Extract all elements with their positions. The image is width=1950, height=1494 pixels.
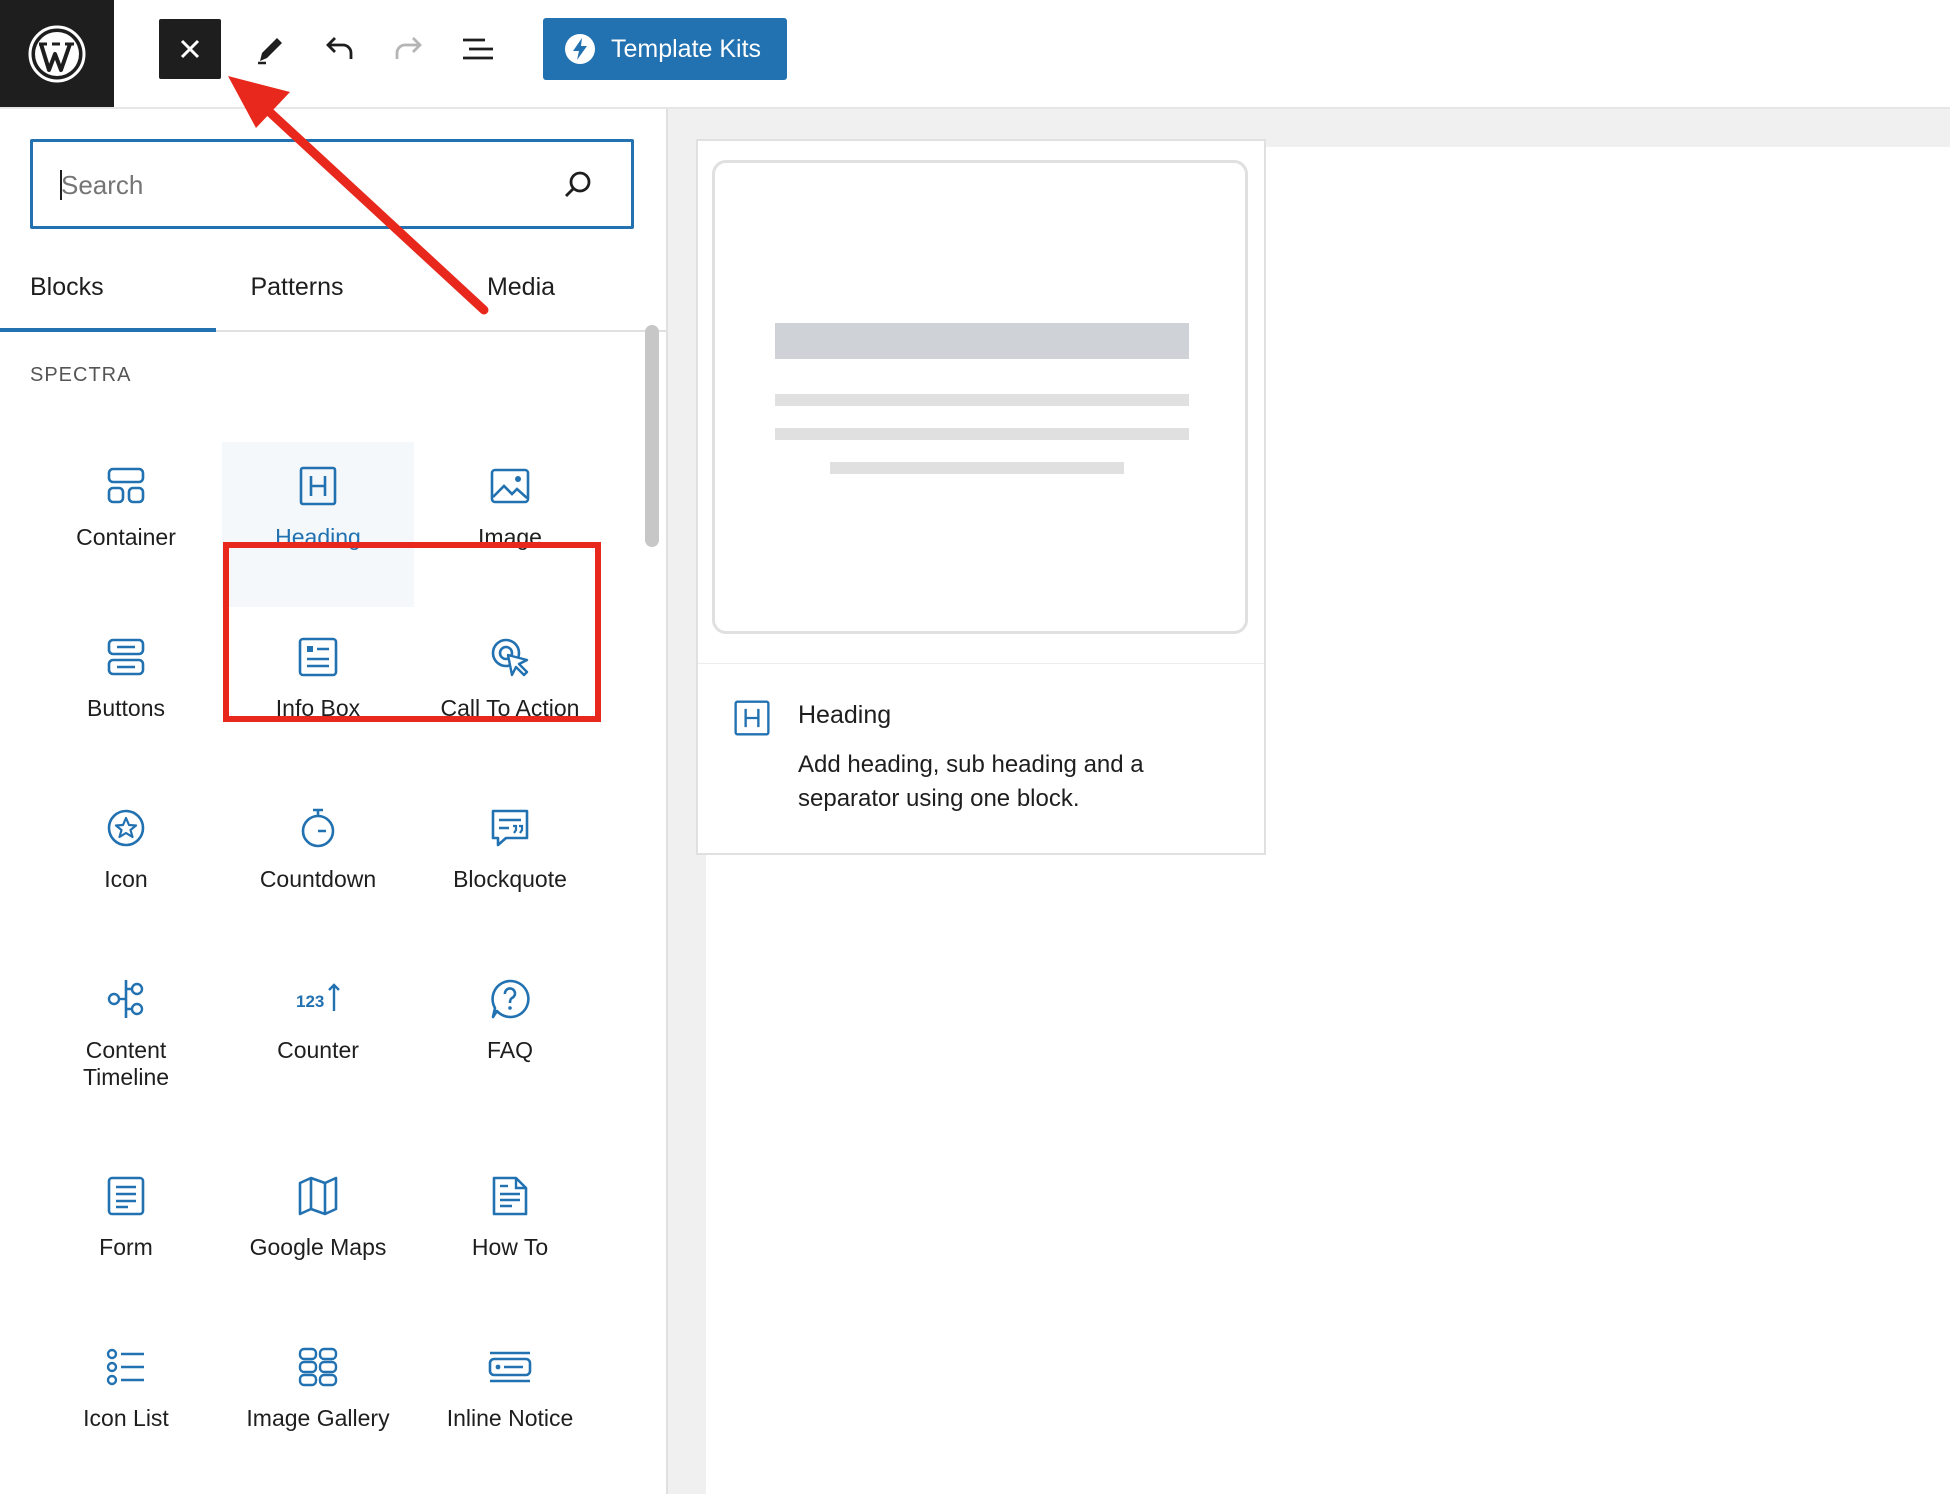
preview-description: Add heading, sub heading and a separator…	[798, 751, 1144, 812]
block-label: Content Timeline	[82, 1037, 170, 1090]
wordpress-logo-icon	[28, 25, 86, 82]
block-label: Icon	[104, 866, 148, 892]
block-label: Container	[76, 524, 176, 550]
wordpress-logo-button[interactable]	[0, 0, 114, 107]
tools-button[interactable]	[245, 24, 295, 74]
template-kits-button[interactable]: Template Kits	[543, 18, 787, 80]
block-google-maps[interactable]: Google Maps	[222, 1152, 414, 1317]
redo-icon	[395, 37, 422, 59]
block-label: Image Gallery	[246, 1405, 390, 1431]
undo-icon	[326, 37, 353, 59]
block-preview-frame	[712, 160, 1248, 634]
block-blockquote[interactable]: Blockquote	[414, 784, 606, 949]
block-label: Counter	[277, 1037, 359, 1063]
timeline-icon	[107, 980, 144, 1018]
tab-media[interactable]: Media	[440, 257, 602, 330]
block-label: Blockquote	[453, 866, 567, 892]
undo-button[interactable]	[314, 24, 364, 74]
block-label: Buttons	[87, 695, 165, 721]
category-label: SPECTRA	[30, 364, 132, 386]
block-counter[interactable]: 123 Counter	[222, 955, 414, 1120]
list-icon	[106, 1348, 144, 1386]
container-icon	[107, 467, 145, 504]
block-buttons[interactable]: Buttons	[30, 613, 222, 778]
star-circle-icon	[107, 809, 145, 847]
block-label: Countdown	[259, 866, 377, 892]
heading-icon	[734, 700, 770, 736]
block-label: Google Maps	[249, 1234, 387, 1260]
block-label: FAQ	[486, 1037, 533, 1063]
document-outline-icon	[463, 38, 493, 60]
annotation-highlight-box	[223, 542, 601, 722]
block-label: Icon List	[83, 1405, 169, 1431]
question-icon	[491, 979, 530, 1019]
block-icon-list[interactable]: Icon List	[30, 1323, 222, 1488]
form-icon	[107, 1176, 145, 1216]
document-overview-button[interactable]	[453, 24, 503, 74]
quote-icon	[491, 809, 529, 847]
buttons-icon	[107, 638, 145, 676]
block-label: Inline Notice	[446, 1405, 574, 1431]
preview-line-placeholder	[775, 394, 1189, 406]
block-label: Form	[99, 1234, 153, 1260]
close-icon	[180, 39, 200, 59]
how-to-icon	[492, 1176, 528, 1216]
preview-title: Heading	[798, 701, 892, 729]
block-inline-notice[interactable]: Inline Notice	[414, 1323, 606, 1488]
redo-button[interactable]	[384, 24, 434, 74]
search-icon[interactable]	[561, 168, 595, 202]
block-inserter-panel: Blocks Patterns Media SPECTRA Container …	[0, 109, 668, 1494]
text-caret	[60, 170, 62, 200]
pencil-icon	[258, 38, 282, 65]
svg-text:123: 123	[296, 992, 324, 1011]
spectra-bolt-icon	[563, 32, 597, 66]
block-faq[interactable]: FAQ	[414, 955, 606, 1120]
notice-icon	[488, 1351, 532, 1383]
heading-icon	[299, 466, 337, 506]
block-image-gallery[interactable]: Image Gallery	[222, 1323, 414, 1488]
block-icon[interactable]: Icon	[30, 784, 222, 949]
preview-line-placeholder	[830, 462, 1124, 474]
block-content-timeline[interactable]: Content Timeline	[30, 955, 222, 1120]
template-kits-label: Template Kits	[611, 34, 762, 63]
tab-blocks[interactable]: Blocks	[0, 257, 216, 332]
gallery-icon	[298, 1347, 338, 1387]
preview-heading-placeholder	[775, 323, 1189, 359]
image-icon	[490, 468, 530, 504]
block-countdown[interactable]: Countdown	[222, 784, 414, 949]
block-how-to[interactable]: How To	[414, 1152, 606, 1317]
block-preview-card: Heading Add heading, sub heading and a s…	[696, 139, 1266, 855]
block-container[interactable]: Container	[30, 442, 222, 607]
search-box	[30, 139, 634, 229]
stopwatch-icon	[301, 808, 335, 848]
inserter-tabs: Blocks Patterns Media	[0, 257, 666, 332]
map-icon	[298, 1176, 338, 1216]
preview-divider	[698, 663, 1264, 664]
top-toolbar: Template Kits	[0, 0, 1950, 109]
close-inserter-button[interactable]	[159, 19, 221, 79]
scrollbar-thumb[interactable]	[645, 325, 659, 547]
counter-icon: 123	[296, 983, 340, 1011]
block-form[interactable]: Form	[30, 1152, 222, 1317]
preview-line-placeholder	[775, 428, 1189, 440]
tab-patterns[interactable]: Patterns	[216, 257, 378, 330]
block-label: How To	[471, 1234, 549, 1260]
search-input[interactable]	[59, 142, 563, 228]
